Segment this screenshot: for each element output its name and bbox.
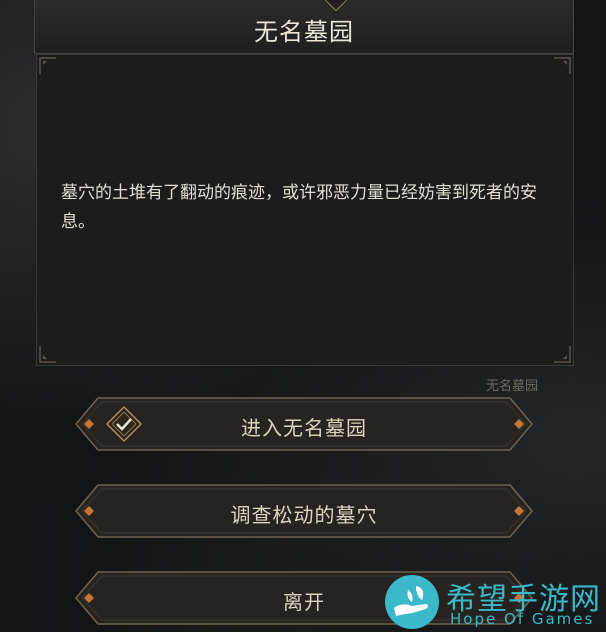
corner-ornament-icon xyxy=(553,57,571,75)
corner-ornament-icon xyxy=(39,345,57,363)
option-investigate-grave-button[interactable]: 调查松动的墓穴 xyxy=(74,483,534,539)
dialog-title: 无名墓园 xyxy=(254,18,354,46)
option-label: 进入无名墓园 xyxy=(241,416,367,440)
corner-ornament-icon xyxy=(39,57,57,75)
watermark: 希望手游网 Hope Of Games xyxy=(382,570,606,632)
location-tag: 无名墓园 xyxy=(485,379,538,394)
corner-ornament-icon xyxy=(553,345,571,363)
watermark-en: Hope Of Games xyxy=(450,610,595,628)
dialog-description: 墓穴的土堆有了翻动的痕迹，或许邪恶力量已经妨害到死者的安息。 xyxy=(61,183,537,232)
watermark-logo-icon xyxy=(385,575,439,629)
title-ornament-icon xyxy=(324,0,348,12)
dialog-title-bar: 无名墓园 xyxy=(34,0,574,54)
description-panel: 墓穴的土堆有了翻动的痕迹，或许邪恶力量已经妨害到死者的安息。 xyxy=(36,54,574,366)
option-enter-graveyard-button[interactable]: 进入无名墓园 xyxy=(74,396,534,452)
option-label: 调查松动的墓穴 xyxy=(230,503,378,527)
